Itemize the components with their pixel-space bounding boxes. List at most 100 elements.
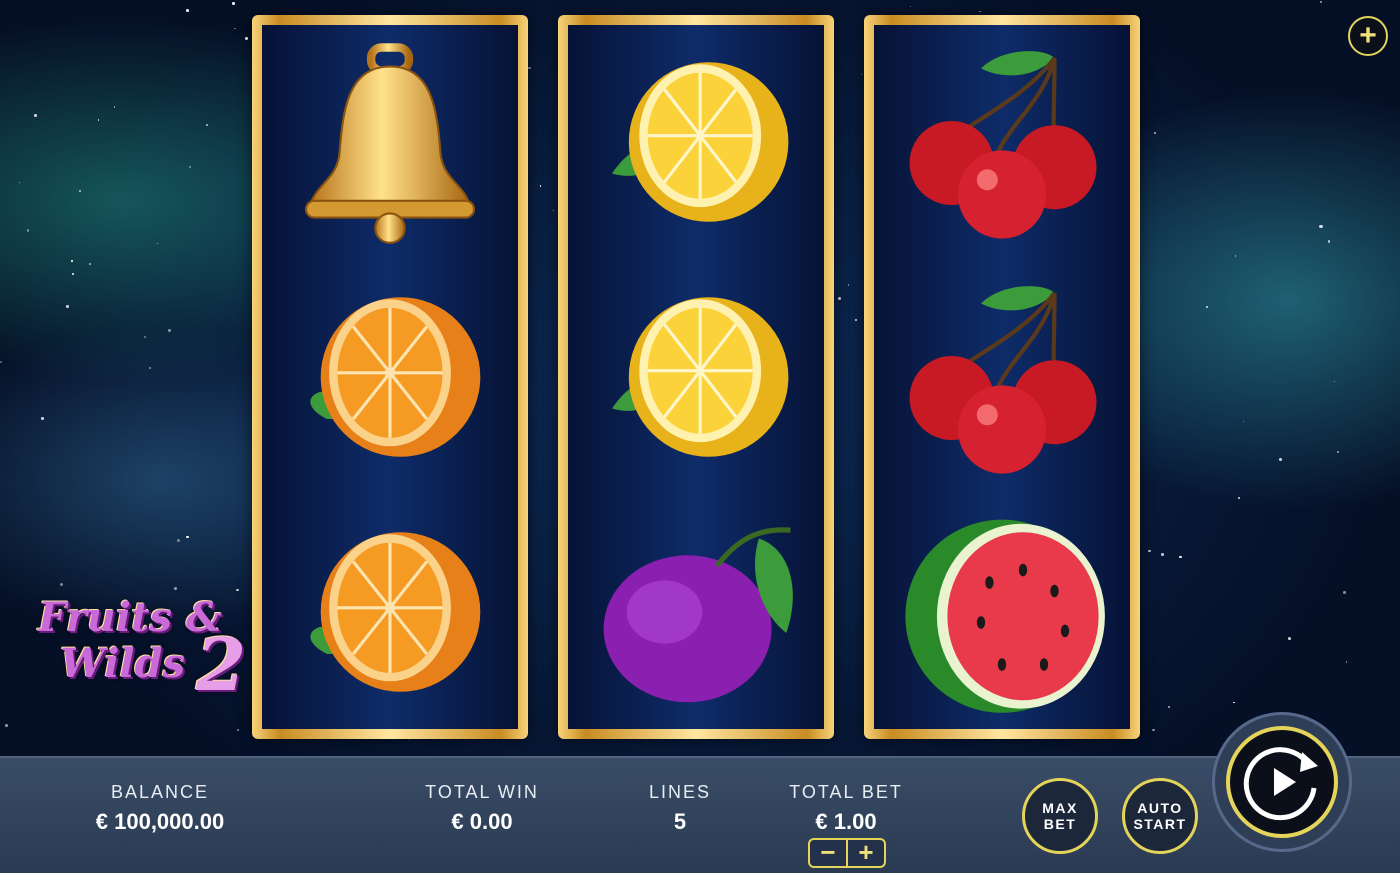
star-dot <box>66 305 69 308</box>
star-dot <box>1327 240 1330 243</box>
reel-2 <box>558 15 834 739</box>
logo-line1: Fruits & <box>38 594 223 641</box>
star-dot <box>33 114 37 118</box>
bet-increase-button[interactable]: + <box>848 839 884 866</box>
balance-label: BALANCE <box>110 782 210 802</box>
star-dot <box>206 123 209 126</box>
star-dot <box>1342 591 1347 595</box>
star-dot <box>855 319 858 322</box>
star-dot <box>861 73 863 75</box>
lines-label: LINES <box>648 782 712 802</box>
star-dot <box>1148 549 1151 553</box>
reel-1 <box>252 15 528 739</box>
lemon-icon <box>586 267 806 487</box>
star-dot <box>1333 380 1335 382</box>
star-dot <box>1288 636 1292 640</box>
star-dot <box>909 5 911 7</box>
bet-decrease-button[interactable]: − <box>810 839 848 866</box>
star-dot <box>409 738 411 740</box>
max-bet-button[interactable]: MAX BET <box>1022 778 1098 854</box>
star-dot <box>26 229 30 232</box>
star-dot <box>838 297 841 301</box>
plum-icon <box>586 502 806 722</box>
star-dot <box>148 367 151 370</box>
total-win-value: € 0.00 <box>451 809 513 834</box>
star-dot <box>539 184 542 187</box>
orange-icon <box>280 267 500 487</box>
lemon-icon <box>586 32 806 252</box>
star-dot <box>236 589 239 592</box>
star-dot <box>1336 450 1339 453</box>
star-dot <box>167 328 172 333</box>
star-dot <box>1232 701 1235 704</box>
watermelon-icon <box>892 502 1112 722</box>
total-win-display: TOTAL WIN € 0.00 <box>402 782 562 835</box>
total-bet-display: TOTAL BET € 1.00 <box>760 782 932 835</box>
balance-value: € 100,000.00 <box>95 809 225 834</box>
star-dot <box>232 2 236 6</box>
star-dot <box>60 582 64 587</box>
star-dot <box>1151 728 1155 732</box>
reel-3 <box>864 15 1140 739</box>
cherries-icon <box>892 32 1112 252</box>
bet-stepper: − + <box>808 838 886 868</box>
auto-start-button[interactable]: AUTO START <box>1122 778 1198 854</box>
control-bar: BALANCE € 100,000.00 TOTAL WIN € 0.00 LI… <box>0 756 1400 873</box>
star-dot <box>71 273 75 276</box>
max-bet-label-line2: BET <box>1043 816 1077 832</box>
game-logo: Fruits & Wilds 2 <box>38 594 248 714</box>
star-dot <box>40 417 44 420</box>
spin-icon <box>1243 747 1318 821</box>
star-dot <box>78 190 82 193</box>
star-dot <box>1242 420 1245 422</box>
spin-button-frame <box>1212 712 1352 852</box>
lines-display: LINES 5 <box>620 782 740 835</box>
star-dot <box>98 119 100 121</box>
balance-display: BALANCE € 100,000.00 <box>60 782 260 835</box>
star-dot <box>1279 458 1283 462</box>
logo-line2: Wilds <box>60 640 186 687</box>
total-bet-value: € 1.00 <box>815 809 877 834</box>
star-dot <box>528 66 531 70</box>
auto-start-label-line1: AUTO <box>1137 800 1183 816</box>
star-dot <box>244 37 249 41</box>
star-dot <box>185 9 189 13</box>
logo-number: 2 <box>196 622 247 707</box>
star-dot <box>979 10 981 13</box>
star-dot <box>234 27 236 29</box>
star-dot <box>0 360 3 363</box>
total-bet-label: TOTAL BET <box>789 782 903 802</box>
star-dot <box>1154 132 1156 134</box>
star-dot <box>173 586 178 591</box>
total-win-label: TOTAL WIN <box>425 782 539 802</box>
star-dot <box>89 263 91 265</box>
bell-icon <box>280 32 500 252</box>
plus-icon[interactable]: + <box>1348 16 1388 56</box>
star-dot <box>189 165 192 168</box>
star-dot <box>1320 1 1323 4</box>
star-dot <box>18 181 20 183</box>
star-dot <box>5 724 8 727</box>
orange-icon <box>280 502 500 722</box>
lines-value: 5 <box>673 809 687 834</box>
star-dot <box>156 242 158 245</box>
star-dot <box>1168 705 1171 708</box>
star-dot <box>1160 552 1164 556</box>
star-dot <box>143 335 147 339</box>
max-bet-label-line1: MAX <box>1042 800 1078 816</box>
star-dot <box>1179 555 1182 559</box>
cherries-icon <box>892 267 1112 487</box>
star-dot <box>1234 254 1237 257</box>
star-dot <box>1205 306 1208 309</box>
star-dot <box>1345 661 1348 663</box>
star-dot <box>848 284 850 286</box>
star-dot <box>236 729 239 732</box>
spin-button[interactable] <box>1226 726 1338 838</box>
star-dot <box>1238 497 1240 500</box>
star-dot <box>176 539 180 543</box>
auto-start-label-line2: START <box>1133 816 1187 832</box>
star-dot <box>1319 224 1323 228</box>
star-dot <box>186 535 189 539</box>
star-dot <box>113 106 115 108</box>
star-dot <box>552 210 554 212</box>
